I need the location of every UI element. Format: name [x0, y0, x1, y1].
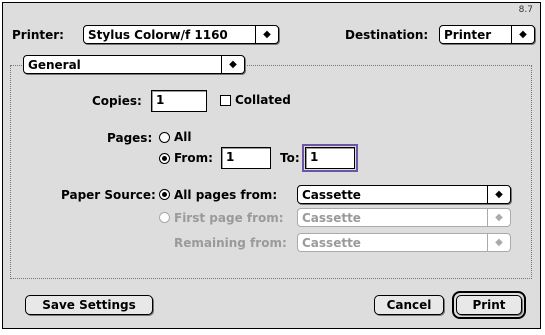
collated-label: Collated — [235, 93, 291, 107]
print-dialog: 8.7 Printer: Stylus Colorw/f 1160 ◆ Dest… — [2, 2, 541, 329]
save-settings-button[interactable]: Save Settings — [25, 295, 153, 315]
pages-from-field[interactable]: 1 — [221, 147, 271, 169]
up-down-arrows-icon: ◆ — [511, 26, 534, 43]
cancel-button[interactable]: Cancel — [374, 295, 444, 315]
first-page-source-value: Cassette — [302, 210, 361, 225]
destination-popup[interactable]: Printer ◆ — [439, 25, 535, 44]
collated-checkbox[interactable] — [220, 95, 231, 106]
up-down-arrows-icon: ◆ — [487, 234, 510, 251]
print-button[interactable]: Print — [456, 295, 522, 315]
first-page-from-radio[interactable] — [159, 212, 170, 223]
up-down-arrows-icon: ◆ — [221, 56, 244, 73]
destination-label: Destination: — [345, 28, 429, 42]
pages-from-label: From: — [174, 151, 213, 165]
printer-label: Printer: — [12, 28, 64, 42]
pages-from-radio[interactable] — [159, 153, 170, 164]
pages-label: Pages: — [107, 131, 153, 145]
destination-popup-value: Printer — [444, 27, 492, 42]
panel-popup[interactable]: General ◆ — [23, 55, 245, 74]
first-page-from-label: First page from: — [174, 211, 284, 225]
version-label: 8.7 — [518, 5, 533, 15]
pages-to-label: To: — [280, 151, 300, 165]
printer-popup-value: Stylus Colorw/f 1160 — [88, 27, 228, 42]
printer-popup[interactable]: Stylus Colorw/f 1160 ◆ — [83, 25, 279, 44]
up-down-arrows-icon: ◆ — [487, 186, 510, 203]
copies-field[interactable]: 1 — [151, 90, 207, 112]
pages-to-field[interactable]: 1 — [302, 144, 358, 172]
copies-label: Copies: — [92, 94, 142, 108]
pages-all-radio[interactable] — [159, 132, 170, 143]
pages-all-label: All — [174, 130, 192, 144]
panel-popup-value: General — [28, 57, 81, 72]
all-pages-from-label: All pages from: — [174, 188, 278, 202]
up-down-arrows-icon: ◆ — [487, 209, 510, 226]
paper-source-label: Paper Source: — [61, 188, 156, 202]
all-pages-source-value: Cassette — [302, 187, 361, 202]
remaining-from-label: Remaining from: — [174, 236, 287, 250]
all-pages-source-popup[interactable]: Cassette ◆ — [297, 185, 511, 204]
first-page-source-popup[interactable]: Cassette ◆ — [297, 208, 511, 227]
all-pages-from-radio[interactable] — [159, 189, 170, 200]
remaining-source-popup[interactable]: Cassette ◆ — [297, 233, 511, 252]
remaining-source-value: Cassette — [302, 235, 361, 250]
up-down-arrows-icon: ◆ — [255, 26, 278, 43]
